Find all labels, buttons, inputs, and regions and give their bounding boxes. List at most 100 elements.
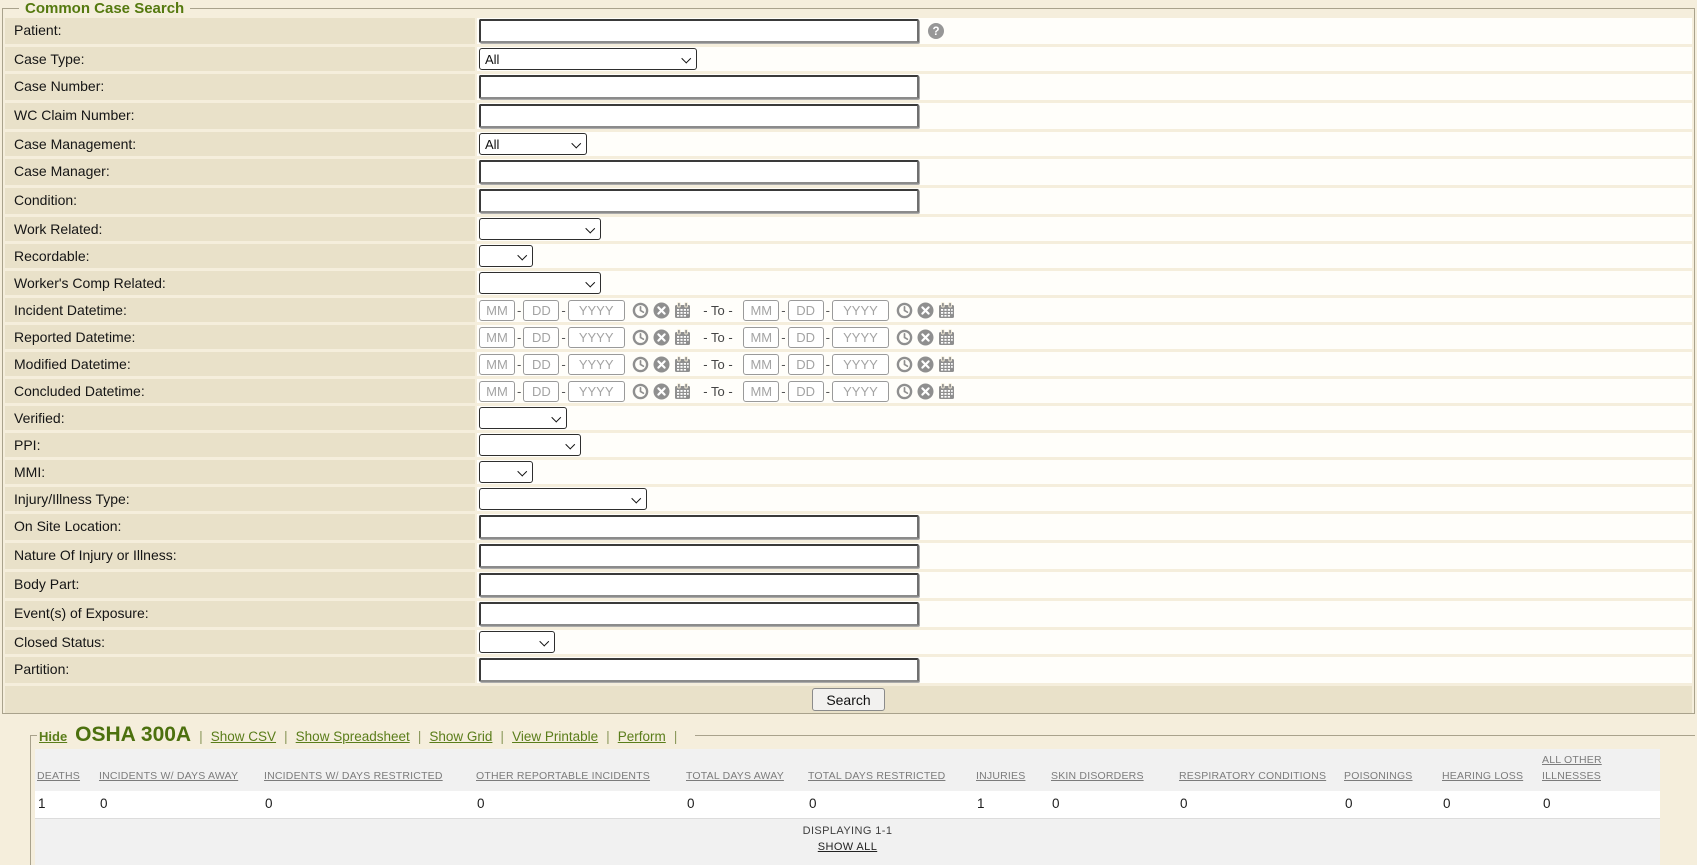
sort-link-all-other-illnesses[interactable]: ALL OTHER ILLNESSES [1542, 754, 1602, 782]
nature-of-injury-or-illness-label: Nature Of Injury or Illness: [5, 543, 475, 569]
clock-icon[interactable] [632, 302, 649, 319]
sort-link-total-days-away[interactable]: TOTAL DAYS AWAY [686, 770, 784, 782]
incident-datetime-from-dd-input[interactable] [523, 299, 560, 321]
sort-link-incidents-w-days-restricted[interactable]: INCIDENTS W/ DAYS RESTRICTED [264, 770, 443, 782]
concluded-datetime-from-dd-input[interactable] [523, 380, 560, 402]
case-type-value-cell: All [477, 47, 1692, 71]
partition-input[interactable] [479, 658, 919, 682]
reported-datetime-from-dd-input[interactable] [523, 326, 560, 348]
clear-icon[interactable] [653, 356, 670, 373]
clock-icon[interactable] [896, 383, 913, 400]
case-type-select[interactable]: All [479, 48, 697, 70]
sort-link-poisonings[interactable]: POISONINGS [1344, 770, 1413, 782]
calendar-icon[interactable] [938, 355, 955, 373]
sort-link-injuries[interactable]: INJURIES [976, 770, 1025, 782]
events-of-exposure-input[interactable] [479, 602, 919, 626]
ppi-select[interactable] [479, 434, 581, 456]
workers-comp-related-select[interactable] [479, 272, 601, 294]
modified-datetime-from-mm-input[interactable] [479, 353, 515, 375]
concluded-datetime-to-date-group: -- [743, 380, 957, 402]
clock-icon[interactable] [896, 356, 913, 373]
clock-icon[interactable] [632, 383, 649, 400]
reported-datetime-to-yyyy-input[interactable] [831, 326, 889, 348]
injury-illness-type-select[interactable] [479, 488, 647, 510]
calendar-icon[interactable] [674, 382, 691, 400]
body-part-input[interactable] [479, 573, 919, 597]
sort-link-respiratory-conditions[interactable]: RESPIRATORY CONDITIONS [1179, 770, 1326, 782]
view-printable-link[interactable]: View Printable [512, 729, 598, 744]
work-related-select[interactable] [479, 218, 601, 240]
concluded-datetime-from-mm-input[interactable] [479, 380, 515, 402]
clear-icon[interactable] [653, 329, 670, 346]
help-icon[interactable]: ? [927, 22, 945, 40]
sort-link-total-days-restricted[interactable]: TOTAL DAYS RESTRICTED [808, 770, 945, 782]
sort-link-skin-disorders[interactable]: SKIN DISORDERS [1051, 770, 1144, 782]
calendar-icon[interactable] [674, 328, 691, 346]
reported-datetime-to-dd-input[interactable] [787, 326, 824, 348]
column-header-incidents-w-days-away: INCIDENTS W/ DAYS AWAY [97, 749, 262, 791]
show-all-link[interactable]: SHOW ALL [818, 841, 877, 853]
sort-link-incidents-w-days-away[interactable]: INCIDENTS W/ DAYS AWAY [99, 770, 238, 782]
clock-icon[interactable] [896, 329, 913, 346]
hide-link[interactable]: Hide [39, 729, 67, 744]
calendar-icon[interactable] [674, 355, 691, 373]
sort-link-hearing-loss[interactable]: HEARING LOSS [1442, 770, 1523, 782]
on-site-location-value-cell [477, 514, 1692, 540]
reported-datetime-from-yyyy-input[interactable] [567, 326, 625, 348]
perform-link[interactable]: Perform [618, 729, 666, 744]
case-number-input[interactable] [479, 75, 919, 99]
column-header-all-other-illnesses: ALL OTHER ILLNESSES [1540, 749, 1660, 791]
verified-select[interactable] [479, 407, 567, 429]
show-spreadsheet-link[interactable]: Show Spreadsheet [296, 729, 410, 744]
show-csv-link[interactable]: Show CSV [211, 729, 276, 744]
clock-icon[interactable] [632, 329, 649, 346]
calendar-icon[interactable] [938, 301, 955, 319]
sort-link-deaths[interactable]: DEATHS [37, 770, 80, 782]
clock-icon[interactable] [896, 302, 913, 319]
wc-claim-number-input[interactable] [479, 104, 919, 128]
case-manager-input[interactable] [479, 160, 919, 184]
date-separator: - [825, 302, 830, 318]
clear-icon[interactable] [917, 302, 934, 319]
recordable-select[interactable] [479, 245, 533, 267]
nature-of-injury-or-illness-input[interactable] [479, 544, 919, 568]
modified-datetime-from-yyyy-input[interactable] [567, 353, 625, 375]
calendar-icon[interactable] [674, 301, 691, 319]
closed-status-select[interactable] [479, 631, 555, 653]
sort-link-other-reportable-incidents[interactable]: OTHER REPORTABLE INCIDENTS [476, 770, 650, 782]
modified-datetime-from-dd-input[interactable] [523, 353, 560, 375]
incident-datetime-from-yyyy-input[interactable] [567, 299, 625, 321]
calendar-icon[interactable] [938, 382, 955, 400]
search-button[interactable]: Search [812, 688, 885, 711]
modified-datetime-to-yyyy-input[interactable] [831, 353, 889, 375]
case-management-select[interactable]: All [479, 133, 587, 155]
modified-datetime-to-mm-input[interactable] [743, 353, 780, 375]
concluded-datetime-to-mm-input[interactable] [743, 380, 780, 402]
osha-table: DEATHS INCIDENTS W/ DAYS AWAY INCIDENTS W/… [35, 749, 1660, 865]
mmi-select[interactable] [479, 461, 533, 483]
clear-icon[interactable] [917, 383, 934, 400]
condition-input[interactable] [479, 189, 919, 213]
clear-icon[interactable] [917, 329, 934, 346]
clear-icon[interactable] [653, 383, 670, 400]
verified-label: Verified: [5, 406, 475, 430]
show-grid-link[interactable]: Show Grid [429, 729, 492, 744]
column-header-skin-disorders: SKIN DISORDERS [1049, 749, 1177, 791]
incident-datetime-to-mm-input[interactable] [743, 299, 780, 321]
concluded-datetime-to-yyyy-input[interactable] [831, 380, 889, 402]
reported-datetime-from-mm-input[interactable] [479, 326, 515, 348]
concluded-datetime-to-dd-input[interactable] [787, 380, 824, 402]
incident-datetime-from-mm-input[interactable] [479, 299, 515, 321]
patient-input[interactable] [479, 19, 919, 43]
on-site-location-input[interactable] [479, 515, 919, 539]
modified-datetime-to-dd-input[interactable] [787, 353, 824, 375]
incident-datetime-to-dd-input[interactable] [787, 299, 824, 321]
clock-icon[interactable] [632, 356, 649, 373]
reported-datetime-to-mm-input[interactable] [743, 326, 780, 348]
concluded-datetime-from-yyyy-input[interactable] [567, 380, 625, 402]
cell-incidents-w-days-restricted: 0 [262, 790, 474, 819]
clear-icon[interactable] [917, 356, 934, 373]
calendar-icon[interactable] [938, 328, 955, 346]
incident-datetime-to-yyyy-input[interactable] [831, 299, 889, 321]
clear-icon[interactable] [653, 302, 670, 319]
